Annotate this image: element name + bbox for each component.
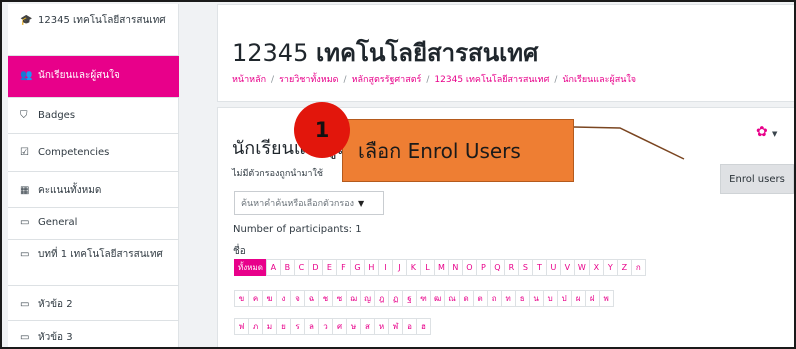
step-number: 1 [314, 118, 330, 142]
instruction-callout: เลือก Enrol Users [342, 119, 574, 182]
screenshot-frame: 🎓 12345 เทคโนโลยีสารสนเทศ 👥 นักเรียนและผ… [0, 0, 796, 349]
step-number-badge: 1 [294, 102, 350, 158]
callout-text: เลือก Enrol Users [358, 138, 521, 163]
